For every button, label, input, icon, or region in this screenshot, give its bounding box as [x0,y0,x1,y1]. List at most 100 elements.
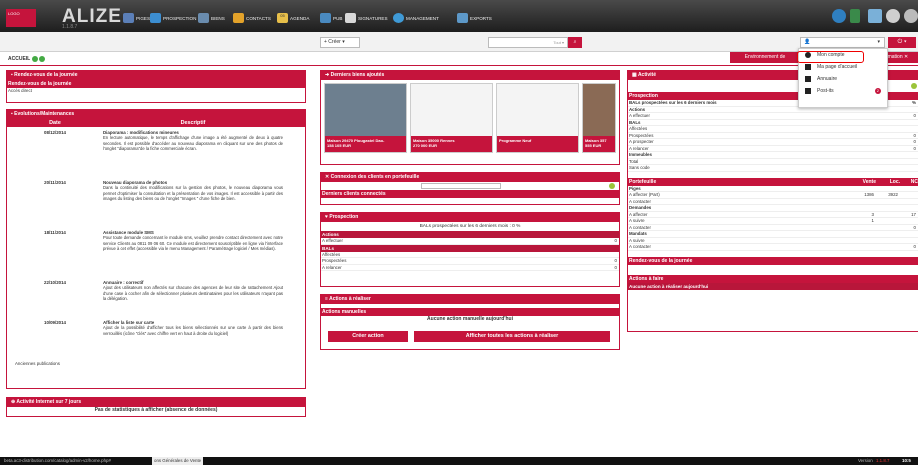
property-card[interactable]: Programme Neuf [496,83,579,153]
refresh-icon[interactable] [38,55,45,62]
properties-carousel: Maison 29470 Plougastel Dao- 158 105 EUR… [321,80,619,156]
menu-item-label: Ma page d'accueil [817,64,858,70]
evolution-row: 18/11/2014 Assistance module SMS Pour tout… [7,227,305,277]
row-label: A effectuer [322,238,343,243]
nav-management[interactable]: MANAGEMENT [393,12,439,24]
value-vente: 1 [871,218,874,223]
col-descriptif: Descriptif [180,120,206,126]
value-nc [900,199,918,205]
piges-icon [123,13,134,23]
prospection-row: A relancer 0 [321,265,619,271]
logout-button[interactable]: ⏻ ▾ [888,37,916,48]
connections-subheader: Derniers clients connectés [321,190,619,198]
tab-label: ACCUEIL [8,56,31,62]
property-card[interactable]: Maison 357 555 EUR [582,83,616,153]
property-caption: Maison 35000 Rennes 270 000 EUR [411,136,492,152]
evolutions-title: Evolutions/Maintenances [14,111,75,117]
tab-divider [0,65,918,66]
evolution-row: 20/11/2014 Nouveau diaporama de photos Dan… [7,177,305,227]
web-activity-header: ⊕ Activité Internet sur 7 jours [7,398,305,407]
web-activity-title: Activité Internet sur 7 jours [16,399,82,405]
biens-icon [198,13,209,23]
globe-icon[interactable] [832,9,846,23]
no-manual-actions: Aucune action manuelle aujourd'hui [427,316,513,322]
client-connections-panel: ✕ Connexion des clients en portefeuille … [320,172,620,205]
value-nc [900,238,918,244]
row-value: 0 [913,132,916,138]
create-button[interactable]: + Créer ▾ [320,37,360,48]
refresh-icon[interactable] [609,183,615,189]
menu-item-post-its[interactable]: Post-its 2 [799,85,887,97]
settings-icon[interactable] [904,9,918,23]
nav-agenda[interactable]: 05 AGENDA [277,12,309,24]
nav-label: PUB [333,15,343,21]
property-card[interactable]: Maison 29470 Plougastel Dao- 158 105 EUR [324,83,407,153]
value-vente [852,238,876,244]
prospection-summary: BALs prospectées sur les 6 derniers mois… [419,224,521,229]
menu-item-annuaire[interactable]: Annuaire [799,73,887,85]
row-label: A effectuer [629,113,650,118]
portfolio-header: Portefeuille Vente Loc. NC [628,177,918,186]
chevron-down-icon: ▾ [877,39,880,45]
connections-select[interactable] [421,183,501,189]
post-its-badge: 2 [874,88,881,94]
row-label: A prospecter [629,139,654,144]
status-url: beta.ac3-distribution.com/catalog/admin-… [4,458,111,463]
search-input[interactable]: Tout ▾ [488,37,568,48]
menu-item-page-accueil[interactable]: Ma page d'accueil [799,61,887,73]
nav-exports[interactable]: EXPORTS [457,12,492,24]
nav-label: SIGNATURES [358,15,388,21]
row-label: Prospectées [629,132,654,138]
nav-pub[interactable]: PUB [320,12,342,24]
menu-item-mon-compte[interactable]: Mon compte [799,49,887,61]
row-label: Affectées [322,251,341,257]
help-icon[interactable] [886,9,900,23]
value-nc: 0 [913,224,916,230]
old-publications-link[interactable]: Anciennes publications [7,355,305,372]
add-widget-icon[interactable] [31,55,38,62]
manual-actions-header: Actions manuelles [321,308,619,316]
nav-piges[interactable]: PIGES [123,12,150,24]
row-label: A suivre [629,237,645,243]
evolution-row: 10/09/2014 Afficher la liste sur carte Ajo… [7,317,305,355]
tab-accueil[interactable]: ACCUEIL [8,54,64,65]
actions-header: ≡ Actions à réaliser [321,295,619,304]
show-all-actions-button[interactable]: Afficher toutes les actions à réaliser [414,331,610,342]
user-menu-button[interactable]: 👤 ▾ [800,37,885,48]
rdv-panel: ▪ Rendez-vous de la journée Rendez-vous … [6,70,306,103]
version-number: 1.1.8.7 [876,458,890,463]
col-loc: Loc. [889,178,900,185]
prospection-header: ♥ Prospection [321,213,619,222]
nav-label: AGENDA [290,15,310,21]
toolbar [0,32,918,52]
row-value: 0 [614,258,617,263]
rdv-access-link[interactable]: Accès direct [7,88,305,93]
evolution-date: 18/11/2014 [44,230,66,235]
home-icon [805,64,811,70]
connections-filter [321,182,619,190]
activity-panel: ▦ Activité Prospection BALs prospectées … [627,70,918,332]
keys-icon[interactable] [850,9,860,23]
property-card[interactable]: Maison 35000 Rennes 270 000 EUR [410,83,493,153]
create-action-button[interactable]: Créer action [328,331,408,342]
evolutions-table-header: Date Descriptif [7,119,305,127]
row-value [519,252,619,258]
row-label: Affectées [629,126,648,131]
row-label: Prospectées [322,258,347,263]
rdv-title: Rendez-vous de la journée [14,72,78,78]
row-label: A affecter (Part) [629,192,660,197]
nav-biens[interactable]: BIENS [198,12,225,24]
client-connections-title: Connexion des clients en portefeuille [330,174,420,180]
row-value: 0 [913,145,916,151]
client-connections-header: ✕ Connexion des clients en portefeuille [321,173,619,182]
nav-signatures[interactable]: SIGNATURES [345,12,388,24]
nav-contacts[interactable]: CONTACTS [233,12,271,24]
printer-icon[interactable] [868,9,882,23]
cgv-link[interactable]: ons Générales de Vente [152,457,204,465]
evolution-text: Ajout de la possibilité d'afficher tous … [103,325,283,336]
nav-prospection[interactable]: PROSPECTION [150,12,196,24]
environment-tab[interactable]: Environnement de [730,52,800,63]
search-button[interactable]: ⌕ [568,37,582,48]
agency-logo[interactable]: LOGO [6,9,36,27]
refresh-icon[interactable] [911,83,917,89]
